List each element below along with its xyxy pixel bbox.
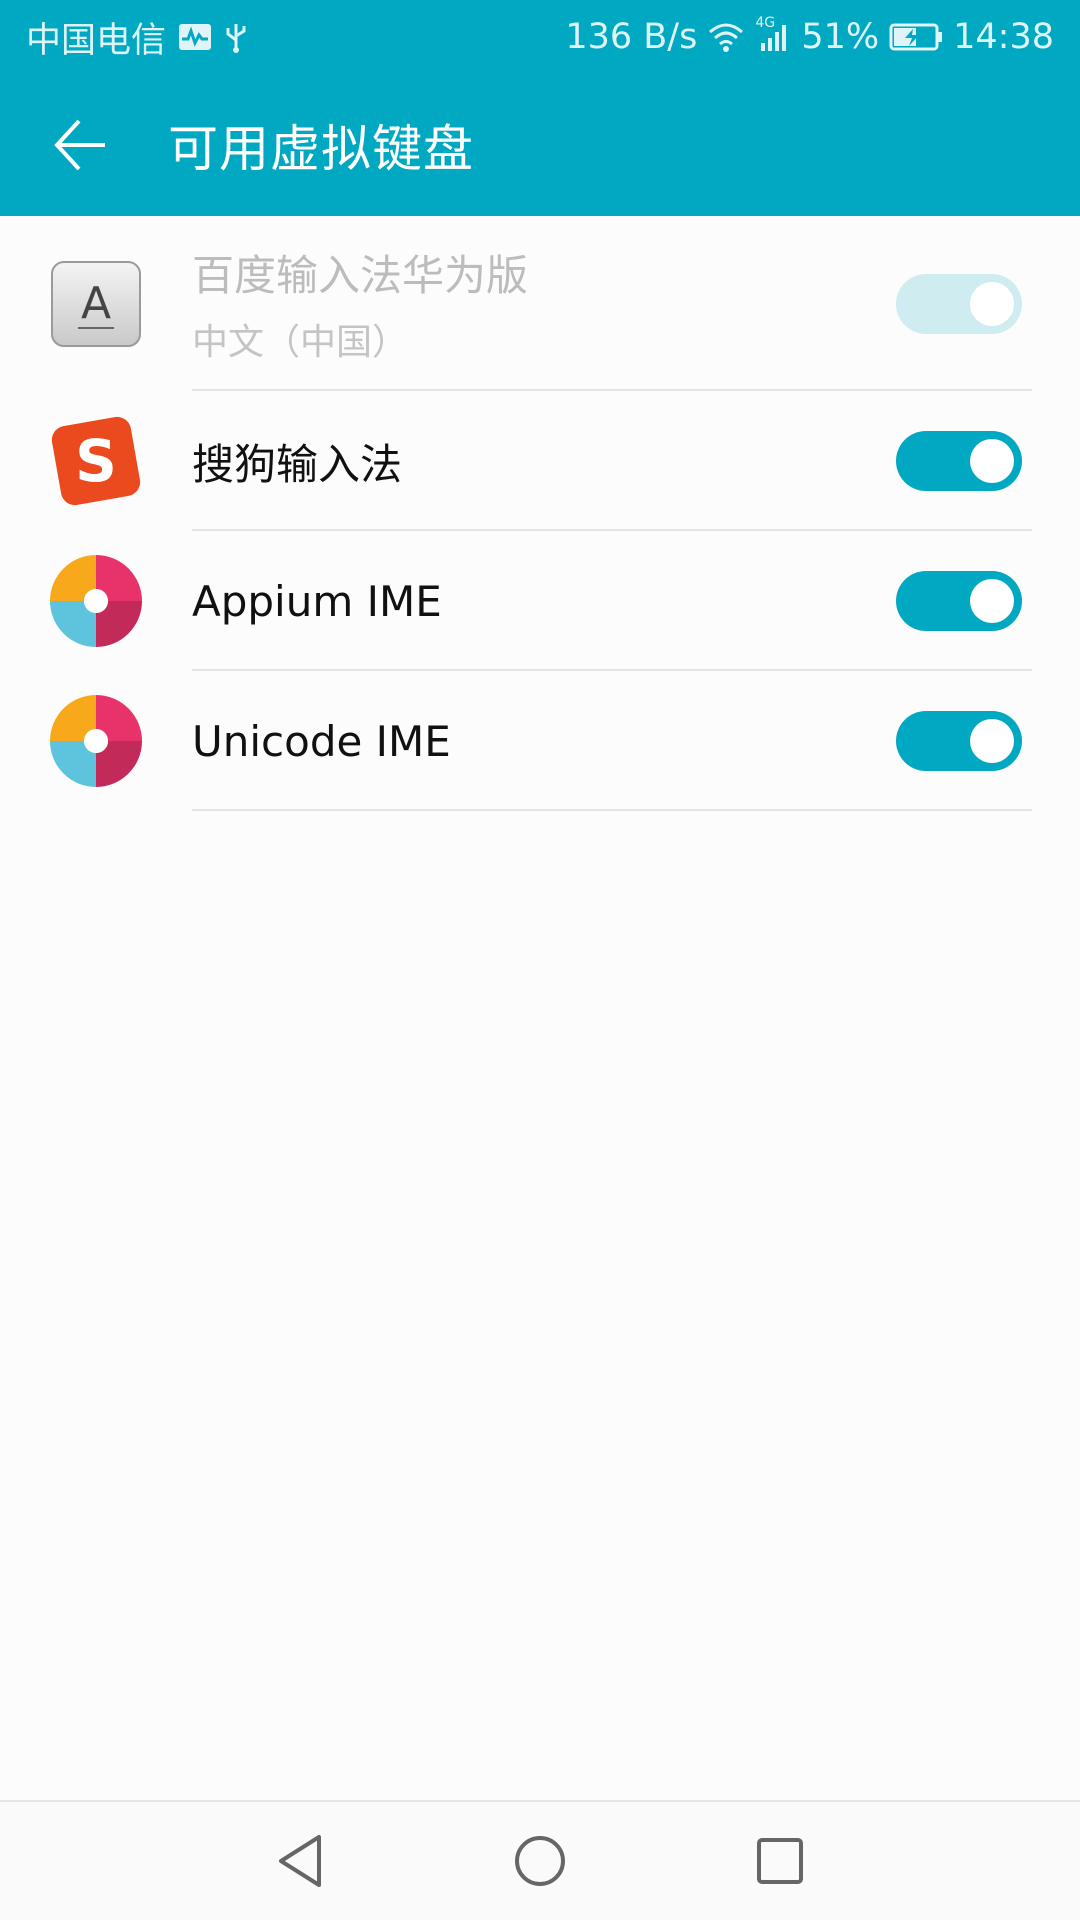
toggle-knob (970, 719, 1014, 763)
keyboard-row-unicode[interactable]: Unicode IME (0, 671, 1080, 811)
battery-percent: 51% (801, 17, 880, 57)
recents-square-icon (757, 1838, 803, 1884)
baidu-ime-icon: A (46, 254, 146, 354)
net-speed: 136 B/s (565, 17, 698, 57)
activity-monitor-icon (178, 23, 212, 51)
nav-back-button[interactable] (240, 1811, 360, 1911)
toggle-knob (970, 579, 1014, 623)
svg-text:A: A (81, 278, 111, 329)
nav-home-button[interactable] (480, 1811, 600, 1911)
page-title: 可用虚拟键盘 (168, 120, 474, 178)
divider (192, 809, 1032, 811)
keyboard-name: Appium IME (192, 576, 442, 626)
cellular-signal-icon: 4G (755, 15, 791, 53)
network-type: 4G (755, 15, 776, 31)
appium-toggle[interactable] (896, 571, 1022, 631)
keyboard-row-sogou[interactable]: S 搜狗输入法 (0, 391, 1080, 531)
appium-icon (46, 551, 146, 651)
clock: 14:38 (953, 17, 1054, 57)
baidu-ime-toggle[interactable] (896, 273, 1022, 334)
keyboard-row-baidu: A 百度输入法华为版 中文（中国） (0, 216, 1080, 391)
status-bar: 中国电信 136 B/s 4G 51% 14:38 (0, 0, 1080, 74)
keyboard-name: 搜狗输入法 (192, 439, 403, 489)
unicode-toggle[interactable] (896, 711, 1022, 771)
keyboard-row-appium[interactable]: Appium IME (0, 531, 1080, 671)
appium-icon (46, 691, 146, 791)
usb-icon (224, 20, 248, 54)
home-circle-icon (515, 1836, 565, 1886)
keyboard-language: 中文（中国） (192, 322, 409, 363)
navigation-bar (0, 1800, 1080, 1920)
toggle-knob (970, 439, 1014, 483)
back-triangle-icon (279, 1835, 321, 1887)
nav-recents-button[interactable] (720, 1811, 840, 1911)
back-button[interactable] (26, 90, 136, 200)
svg-text:S: S (75, 427, 117, 495)
carrier-label: 中国电信 (26, 20, 167, 61)
sogou-icon: S (46, 411, 146, 511)
sogou-toggle[interactable] (896, 431, 1022, 491)
keyboard-list: A 百度输入法华为版 中文（中国） S 搜狗输入法 Appium IME Uni… (0, 216, 1080, 811)
keyboard-name: 百度输入法华为版 (192, 251, 529, 300)
keyboard-name: Unicode IME (192, 716, 451, 766)
battery-charging-icon (889, 23, 943, 51)
toggle-knob (970, 281, 1014, 326)
arrow-left-icon (54, 119, 105, 171)
app-bar: 可用虚拟键盘 (0, 74, 1080, 216)
wifi-icon (707, 21, 745, 53)
